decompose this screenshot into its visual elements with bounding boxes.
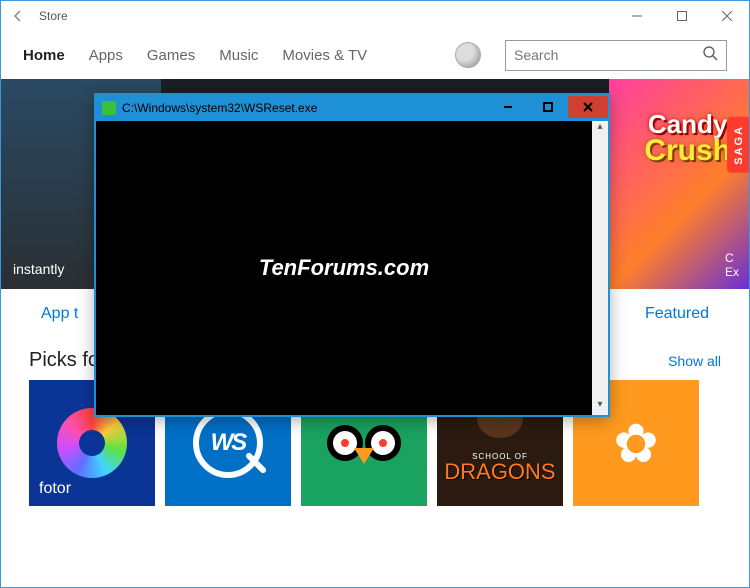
console-app-icon: [102, 101, 116, 115]
close-icon: [583, 102, 593, 112]
hero-right-caption: C Ex: [725, 251, 739, 279]
scroll-down-icon[interactable]: ▾: [597, 399, 602, 415]
console-window[interactable]: C:\Windows\system32\WSReset.exe TenForum…: [94, 93, 610, 417]
minimize-button[interactable]: [614, 1, 659, 31]
maximize-icon: [543, 102, 553, 112]
scroll-up-icon[interactable]: ▴: [597, 121, 602, 137]
link-featured[interactable]: Featured: [645, 305, 709, 323]
search-input[interactable]: [514, 47, 702, 63]
link-app-truncated[interactable]: App t: [41, 305, 78, 323]
owl-beak-icon: [354, 448, 374, 464]
tab-music[interactable]: Music: [219, 47, 258, 64]
maximize-icon: [677, 11, 687, 21]
user-avatar[interactable]: [455, 42, 481, 68]
tile-label: fotor: [39, 480, 71, 498]
candy-crush-logo: Candy Crush: [644, 109, 731, 168]
window-titlebar: Store: [1, 1, 749, 31]
ws-magnifier-icon: WS: [193, 408, 263, 478]
close-icon: [722, 11, 732, 21]
search-icon[interactable]: [702, 45, 718, 66]
window-title: Store: [35, 9, 614, 23]
console-scrollbar[interactable]: ▴ ▾: [592, 121, 608, 415]
minimize-icon: [503, 102, 513, 112]
tab-home[interactable]: Home: [23, 47, 65, 64]
minimize-icon: [632, 11, 642, 21]
console-close-button[interactable]: [568, 96, 608, 118]
flower-gear-icon: ✿: [613, 412, 658, 475]
search-box[interactable]: [505, 40, 727, 71]
back-button[interactable]: [1, 1, 35, 31]
tab-apps[interactable]: Apps: [89, 47, 123, 64]
console-minimize-button[interactable]: [488, 96, 528, 118]
hero-panel-right[interactable]: Candy Crush SAGA C Ex: [609, 79, 749, 289]
watermark-text: TenForums.com: [259, 255, 429, 281]
console-maximize-button[interactable]: [528, 96, 568, 118]
maximize-button[interactable]: [659, 1, 704, 31]
console-title: C:\Windows\system32\WSReset.exe: [122, 101, 488, 115]
console-body: TenForums.com: [96, 121, 592, 415]
back-arrow-icon: [10, 8, 26, 24]
tab-movies-tv[interactable]: Movies & TV: [282, 47, 367, 64]
nav-bar: Home Apps Games Music Movies & TV: [1, 31, 749, 79]
tab-games[interactable]: Games: [147, 47, 195, 64]
close-button[interactable]: [704, 1, 749, 31]
saga-badge: SAGA: [727, 117, 749, 173]
show-all-link[interactable]: Show all: [668, 353, 721, 369]
console-titlebar[interactable]: C:\Windows\system32\WSReset.exe: [96, 95, 608, 121]
fotor-wheel-icon: [57, 408, 127, 478]
